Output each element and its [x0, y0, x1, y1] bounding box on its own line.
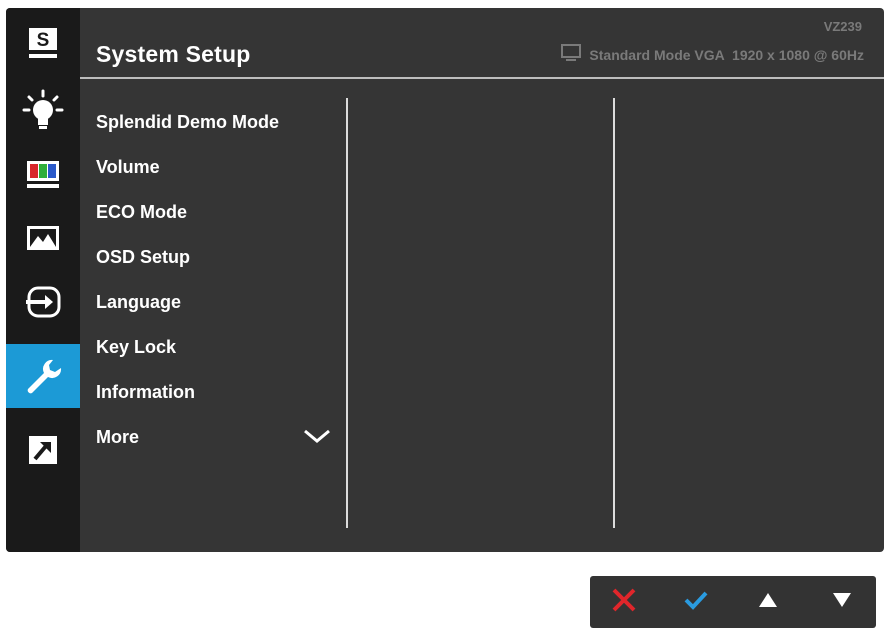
- brightness-bulb-icon: [21, 88, 65, 132]
- up-button[interactable]: [742, 576, 794, 628]
- header-divider: [80, 77, 884, 79]
- menu-item-label: ECO Mode: [96, 202, 188, 222]
- check-icon: [683, 589, 709, 616]
- confirm-button[interactable]: [670, 576, 722, 628]
- column-divider-1: [346, 98, 348, 528]
- menu-item-language[interactable]: Language: [96, 290, 346, 335]
- monitor-icon: [561, 44, 582, 65]
- sidebar-item-system-setup[interactable]: [6, 344, 80, 408]
- up-triangle-icon: [757, 591, 779, 614]
- menu-item-osd-setup[interactable]: OSD Setup: [96, 245, 346, 290]
- menu-item-label: Key Lock: [96, 337, 177, 357]
- menu-item-label: More: [96, 427, 140, 447]
- splendid-s-icon: S: [26, 24, 60, 64]
- color-bars-icon: [24, 157, 62, 191]
- down-triangle-icon: [831, 591, 853, 614]
- menu-item-eco-mode[interactable]: ECO Mode: [96, 200, 346, 245]
- close-x-icon: [611, 587, 637, 618]
- down-button[interactable]: [816, 576, 868, 628]
- sidebar-item-color[interactable]: [6, 142, 80, 206]
- menu-item-label: Volume: [96, 157, 160, 177]
- image-landscape-icon: [24, 223, 62, 253]
- column-divider-2: [613, 98, 615, 528]
- splendid-s-letter: S: [37, 30, 50, 51]
- sidebar-item-splendid[interactable]: S: [6, 12, 80, 76]
- sidebar-item-input[interactable]: [6, 270, 80, 334]
- menu-item-more[interactable]: More: [96, 425, 346, 470]
- menu-item-splendid-demo-mode[interactable]: Splendid Demo Mode: [96, 110, 346, 155]
- menu-item-label: OSD Setup: [96, 247, 191, 267]
- sidebar-item-image[interactable]: [6, 206, 80, 270]
- osd-panel: S System Setup VZ239 Standard Mode VGA 1…: [6, 8, 884, 552]
- menu-item-information[interactable]: Information: [96, 380, 346, 425]
- wrench-icon: [23, 356, 63, 396]
- page-title: System Setup: [96, 41, 251, 67]
- menu-item-label: Language: [96, 292, 182, 312]
- menu-item-label: Information: [96, 382, 195, 402]
- close-button[interactable]: [598, 576, 650, 628]
- sidebar: S: [6, 8, 80, 552]
- sidebar-item-brightness[interactable]: [6, 78, 80, 142]
- shortcut-arrow-icon: [26, 433, 60, 467]
- status-text: Standard Mode VGA 1920 x 1080 @ 60Hz: [589, 46, 864, 63]
- menu-item-volume[interactable]: Volume: [96, 155, 346, 200]
- menu-item-label: Splendid Demo Mode: [96, 112, 280, 132]
- menu-list: Splendid Demo Mode Volume ECO Mode OSD S…: [96, 110, 346, 470]
- osd-button-bar: [590, 576, 876, 628]
- sidebar-item-shortcut[interactable]: [6, 418, 80, 482]
- model-name: VZ239: [823, 19, 862, 34]
- chevron-down-icon[interactable]: [302, 427, 332, 451]
- menu-item-key-lock[interactable]: Key Lock: [96, 335, 346, 380]
- input-select-icon: [23, 284, 63, 320]
- status-bar: Standard Mode VGA 1920 x 1080 @ 60Hz: [561, 44, 864, 65]
